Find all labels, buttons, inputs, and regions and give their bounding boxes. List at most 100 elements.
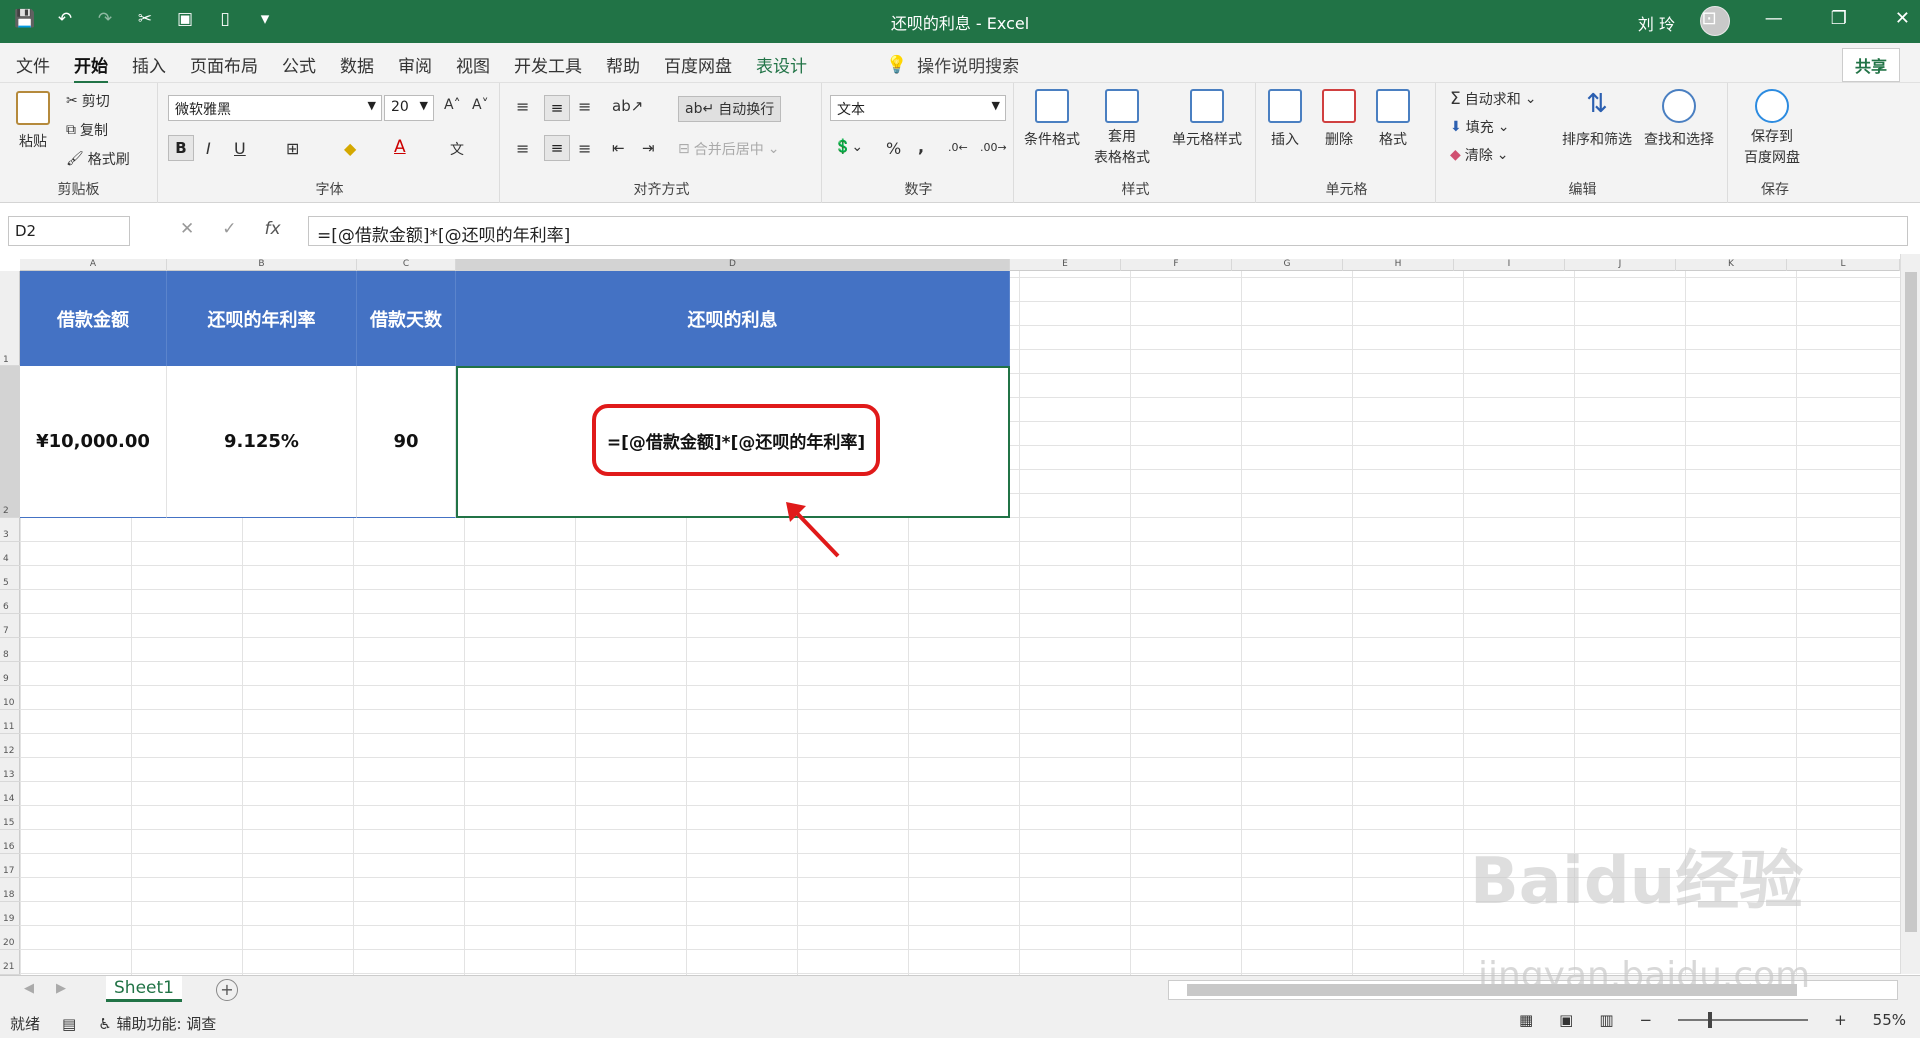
decrease-indent-icon[interactable]: ⇤ [612, 139, 625, 157]
user-name[interactable]: 刘 玲 [1638, 11, 1675, 35]
tab-help[interactable]: 帮助 [606, 52, 640, 84]
row-header[interactable]: 17 [0, 854, 20, 878]
wrap-text-button[interactable]: ab↵ 自动换行 [678, 96, 782, 122]
column-header[interactable]: K [1676, 259, 1787, 271]
formula-input[interactable]: =[@借款金额]*[@还呗的年利率] [308, 216, 1908, 246]
format-as-table-button[interactable]: 套用 表格格式 [1094, 89, 1150, 167]
name-box[interactable]: D2 [8, 216, 130, 246]
column-header[interactable]: D [456, 259, 1010, 271]
tab-file[interactable]: 文件 [16, 52, 50, 84]
vertical-scrollbar[interactable] [1900, 254, 1920, 974]
insert-cells-button[interactable]: 插入 [1268, 89, 1302, 149]
column-header[interactable]: A [20, 259, 167, 271]
row-header[interactable]: 21 [0, 950, 20, 975]
row-header[interactable]: 19 [0, 902, 20, 926]
orientation-icon[interactable]: ab↗ [612, 97, 643, 115]
border-icon[interactable]: ⊞ [286, 139, 299, 158]
cell-annual-rate[interactable]: 9.125% [167, 366, 357, 518]
shrink-font-icon[interactable]: A˅ [472, 97, 489, 113]
enter-icon[interactable]: ✓ [222, 219, 236, 239]
column-header[interactable]: B [167, 259, 357, 271]
minimize-icon[interactable]: — [1765, 8, 1783, 29]
header-cell-annual-rate[interactable]: 还呗的年利率 [167, 271, 357, 366]
row-header[interactable]: 7 [0, 614, 20, 638]
page-break-view-icon[interactable]: ▥ [1599, 1011, 1613, 1029]
row-header[interactable]: 3 [0, 518, 20, 542]
row-header[interactable]: 6 [0, 590, 20, 614]
row-header[interactable]: 13 [0, 758, 20, 782]
tab-table-design[interactable]: 表设计 [756, 52, 807, 84]
fill-button[interactable]: ⬇ 填充 ⌄ [1450, 117, 1509, 137]
zoom-level[interactable]: 55% [1873, 1011, 1906, 1029]
macro-record-icon[interactable]: ▤ [62, 1015, 76, 1033]
scroll-left-icon[interactable]: ◀ [24, 981, 34, 996]
align-left-icon[interactable]: ≡ [516, 139, 529, 158]
underline-icon[interactable]: U [234, 139, 246, 158]
vertical-scroll-thumb[interactable] [1905, 272, 1917, 932]
save-to-baidu-button[interactable]: 保存到 百度网盘 [1744, 89, 1800, 167]
tab-review[interactable]: 审阅 [398, 52, 432, 84]
font-name-select[interactable]: 微软雅黑 ▼ [168, 95, 382, 121]
align-center-icon[interactable]: ≡ [544, 135, 570, 161]
italic-icon[interactable]: I [206, 139, 211, 158]
row-header[interactable]: 16 [0, 830, 20, 854]
column-header[interactable]: J [1565, 259, 1676, 271]
format-painter-button[interactable]: 🖌 格式刷 [66, 149, 130, 169]
grow-font-icon[interactable]: A˄ [444, 97, 461, 113]
sheet-tab-sheet1[interactable]: Sheet1 [106, 976, 182, 1002]
close-icon[interactable]: ✕ [1895, 8, 1910, 29]
column-header[interactable]: I [1454, 259, 1565, 271]
row-header[interactable]: 11 [0, 710, 20, 734]
autosum-button[interactable]: Σ 自动求和 ⌄ [1450, 89, 1536, 109]
ribbon-display-icon[interactable]: ⊡ [1702, 8, 1717, 29]
restore-icon[interactable]: ❐ [1831, 8, 1847, 29]
zoom-in-icon[interactable]: + [1834, 1011, 1847, 1029]
tab-insert[interactable]: 插入 [132, 52, 166, 84]
currency-icon[interactable]: 💲⌄ [834, 139, 863, 155]
align-right-icon[interactable]: ≡ [578, 139, 591, 158]
scroll-right-icon[interactable]: ▶ [56, 981, 66, 996]
clear-button[interactable]: ◆ 清除 ⌄ [1450, 145, 1509, 165]
tab-page-layout[interactable]: 页面布局 [190, 52, 258, 84]
cell-loan-amount[interactable]: ¥10,000.00 [20, 366, 167, 518]
row-header[interactable]: 15 [0, 806, 20, 830]
copy-button[interactable]: ⧉ 复制 [66, 120, 108, 140]
tab-developer[interactable]: 开发工具 [514, 52, 582, 84]
row-header[interactable]: 9 [0, 662, 20, 686]
decrease-decimal-icon[interactable]: .00→ [980, 141, 1007, 154]
row-header[interactable]: 10 [0, 686, 20, 710]
tab-baidu-netdisk[interactable]: 百度网盘 [664, 52, 732, 84]
row-header[interactable]: 4 [0, 542, 20, 566]
header-cell-interest[interactable]: 还呗的利息 [456, 271, 1010, 366]
row-header[interactable]: 18 [0, 878, 20, 902]
comma-button[interactable]: , [918, 137, 924, 156]
row-header[interactable]: 5 [0, 566, 20, 590]
font-color-icon[interactable]: A [394, 137, 406, 157]
bold-icon[interactable]: B [168, 135, 194, 161]
align-bottom-icon[interactable]: ≡ [578, 97, 591, 116]
accessibility-status[interactable]: ♿ 辅助功能: 调查 [98, 1013, 216, 1034]
row-header[interactable]: 12 [0, 734, 20, 758]
row-header[interactable]: 2 [0, 366, 20, 518]
column-header[interactable]: L [1787, 259, 1900, 271]
format-cells-button[interactable]: 格式 [1376, 89, 1410, 149]
row-header[interactable]: 20 [0, 926, 20, 950]
header-cell-loan-days[interactable]: 借款天数 [357, 271, 456, 366]
column-header[interactable]: C [357, 259, 456, 271]
tab-home[interactable]: 开始 [74, 52, 108, 84]
sort-filter-button[interactable]: ⇅ 排序和筛选 [1562, 89, 1632, 149]
align-top-icon[interactable]: ≡ [516, 97, 529, 116]
number-format-select[interactable]: 文本 ▼ [830, 95, 1006, 121]
normal-view-icon[interactable]: ▦ [1519, 1011, 1533, 1029]
row-header[interactable]: 1 [0, 271, 20, 366]
zoom-out-icon[interactable]: − [1640, 1011, 1653, 1029]
header-cell-loan-amount[interactable]: 借款金额 [20, 271, 167, 366]
cancel-icon[interactable]: ✕ [180, 219, 194, 239]
cell-styles-button[interactable]: 单元格样式 [1172, 89, 1242, 149]
zoom-slider[interactable] [1678, 1012, 1809, 1028]
column-header[interactable]: H [1343, 259, 1454, 271]
cell-loan-days[interactable]: 90 [357, 366, 456, 518]
add-sheet-icon[interactable]: + [216, 979, 238, 1001]
column-header[interactable]: G [1232, 259, 1343, 271]
increase-decimal-icon[interactable]: .0← [948, 141, 968, 154]
